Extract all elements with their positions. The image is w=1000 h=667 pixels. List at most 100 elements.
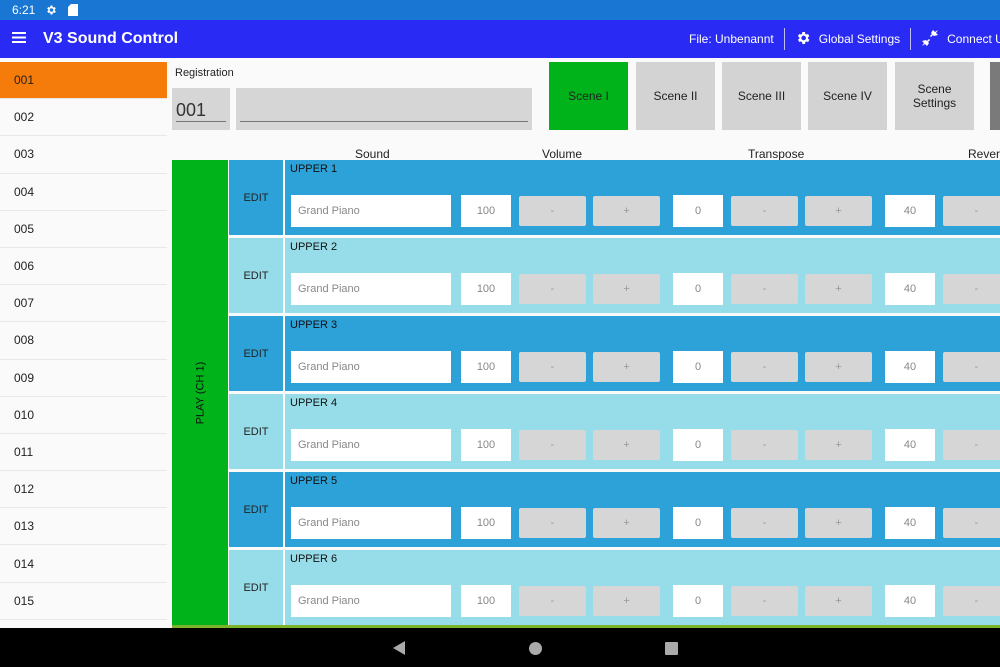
volume-field[interactable]: 100 xyxy=(461,585,511,617)
volume-plus-button[interactable]: + xyxy=(593,508,660,538)
volume-plus-button[interactable]: + xyxy=(593,352,660,382)
column-header-transpose: Transpose xyxy=(748,147,805,161)
column-header-volume: Volume xyxy=(542,147,583,161)
sound-field[interactable]: Grand Piano xyxy=(291,273,451,305)
registration-item[interactable]: 014 xyxy=(0,545,167,583)
reverb-minus-button[interactable]: - xyxy=(943,196,1000,226)
volume-field[interactable]: 100 xyxy=(461,273,511,305)
transpose-minus-button[interactable]: - xyxy=(731,196,798,226)
registration-item[interactable]: 006 xyxy=(0,247,167,286)
back-icon[interactable] xyxy=(391,640,407,656)
play-channel-button[interactable]: PLAY (CH 1) xyxy=(172,160,228,625)
edit-button[interactable]: EDIT xyxy=(229,238,285,313)
volume-minus-button[interactable]: - xyxy=(519,508,586,538)
transpose-plus-button[interactable]: + xyxy=(805,430,872,460)
edit-button[interactable]: EDIT xyxy=(229,160,285,235)
scene-3-button[interactable]: Scene III xyxy=(722,62,801,130)
transpose-field[interactable]: 0 xyxy=(673,507,723,539)
registration-item[interactable]: 010 xyxy=(0,396,167,434)
scene-2-button[interactable]: Scene II xyxy=(636,62,715,130)
registration-item[interactable]: 012 xyxy=(0,471,167,509)
global-settings-button[interactable]: Global Settings xyxy=(795,30,900,49)
transpose-minus-button[interactable]: - xyxy=(731,274,798,304)
status-bar: 6:21 xyxy=(0,0,1000,20)
reverb-field[interactable]: 40 xyxy=(885,351,935,383)
reverb-field[interactable]: 40 xyxy=(885,429,935,461)
app-title: V3 Sound Control xyxy=(43,30,179,47)
registration-item[interactable]: 011 xyxy=(0,433,167,472)
edit-button[interactable]: EDIT xyxy=(229,550,285,625)
reverb-field[interactable]: 40 xyxy=(885,585,935,617)
part-name: UPPER 4 xyxy=(290,397,338,409)
registration-item[interactable]: 008 xyxy=(0,322,167,360)
column-header-sound: Sound xyxy=(355,147,390,161)
transpose-plus-button[interactable]: + xyxy=(805,352,872,382)
volume-plus-button[interactable]: + xyxy=(593,274,660,304)
transpose-field[interactable]: 0 xyxy=(673,429,723,461)
registration-item[interactable]: 004 xyxy=(0,173,167,211)
navigation-bar xyxy=(0,628,1000,667)
volume-field[interactable]: 100 xyxy=(461,351,511,383)
registration-name-input[interactable] xyxy=(236,88,532,130)
transpose-field[interactable]: 0 xyxy=(673,585,723,617)
edit-button[interactable]: EDIT xyxy=(229,394,285,469)
scene-4-button[interactable]: Scene IV xyxy=(808,62,887,130)
sound-field[interactable]: Grand Piano xyxy=(291,351,451,383)
reverb-minus-button[interactable]: - xyxy=(943,274,1000,304)
sound-field[interactable]: Grand Piano xyxy=(291,507,451,539)
volume-field[interactable]: 100 xyxy=(461,429,511,461)
registration-item[interactable]: 003 xyxy=(0,136,167,174)
volume-minus-button[interactable]: - xyxy=(519,274,586,304)
scene-extra-button[interactable] xyxy=(990,62,1000,130)
volume-plus-button[interactable]: + xyxy=(593,196,660,226)
volume-field[interactable]: 100 xyxy=(461,195,511,227)
reverb-minus-button[interactable]: - xyxy=(943,352,1000,382)
transpose-minus-button[interactable]: - xyxy=(731,430,798,460)
sound-field[interactable]: Grand Piano xyxy=(291,429,451,461)
scene-1-button[interactable]: Scene I xyxy=(549,62,628,130)
transpose-field[interactable]: 0 xyxy=(673,351,723,383)
reverb-minus-button[interactable]: - xyxy=(943,586,1000,616)
registration-item[interactable]: 007 xyxy=(0,285,167,323)
recents-icon[interactable] xyxy=(663,640,679,656)
registration-number-input[interactable]: 001 xyxy=(172,88,230,130)
registration-item[interactable]: 005 xyxy=(0,210,167,248)
scene-settings-button[interactable]: Scene Settings xyxy=(895,62,974,130)
reverb-minus-button[interactable]: - xyxy=(943,430,1000,460)
volume-minus-button[interactable]: - xyxy=(519,430,586,460)
transpose-field[interactable]: 0 xyxy=(673,273,723,305)
reverb-field[interactable]: 40 xyxy=(885,195,935,227)
transpose-minus-button[interactable]: - xyxy=(731,586,798,616)
transpose-minus-button[interactable]: - xyxy=(731,352,798,382)
sound-field[interactable]: Grand Piano xyxy=(291,585,451,617)
registration-item[interactable]: 001 xyxy=(0,62,167,100)
reverb-minus-button[interactable]: - xyxy=(943,508,1000,538)
reverb-field[interactable]: 40 xyxy=(885,273,935,305)
transpose-minus-button[interactable]: - xyxy=(731,508,798,538)
volume-plus-button[interactable]: + xyxy=(593,430,660,460)
transpose-plus-button[interactable]: + xyxy=(805,196,872,226)
menu-button[interactable] xyxy=(0,20,38,58)
file-name-button[interactable]: File: Unbenannt xyxy=(689,32,774,46)
volume-minus-button[interactable]: - xyxy=(519,352,586,382)
registration-item[interactable]: 009 xyxy=(0,359,167,397)
transpose-plus-button[interactable]: + xyxy=(805,508,872,538)
transpose-field[interactable]: 0 xyxy=(673,195,723,227)
clock: 6:21 xyxy=(12,3,36,17)
registration-item[interactable]: 013 xyxy=(0,508,167,546)
edit-button[interactable]: EDIT xyxy=(229,316,285,391)
connect-usb-button[interactable]: Connect US xyxy=(921,29,1000,50)
volume-minus-button[interactable]: - xyxy=(519,196,586,226)
volume-plus-button[interactable]: + xyxy=(593,586,660,616)
registration-item[interactable]: 015 xyxy=(0,582,167,620)
edit-button[interactable]: EDIT xyxy=(229,472,285,547)
registration-item[interactable]: 002 xyxy=(0,99,167,137)
volume-field[interactable]: 100 xyxy=(461,507,511,539)
volume-minus-button[interactable]: - xyxy=(519,586,586,616)
sound-field[interactable]: Grand Piano xyxy=(291,195,451,227)
home-icon[interactable] xyxy=(527,640,543,656)
reverb-field[interactable]: 40 xyxy=(885,507,935,539)
transpose-plus-button[interactable]: + xyxy=(805,586,872,616)
part-row: EDIT UPPER 4 Grand Piano 100 - + 0 - + 4… xyxy=(229,394,1000,469)
transpose-plus-button[interactable]: + xyxy=(805,274,872,304)
